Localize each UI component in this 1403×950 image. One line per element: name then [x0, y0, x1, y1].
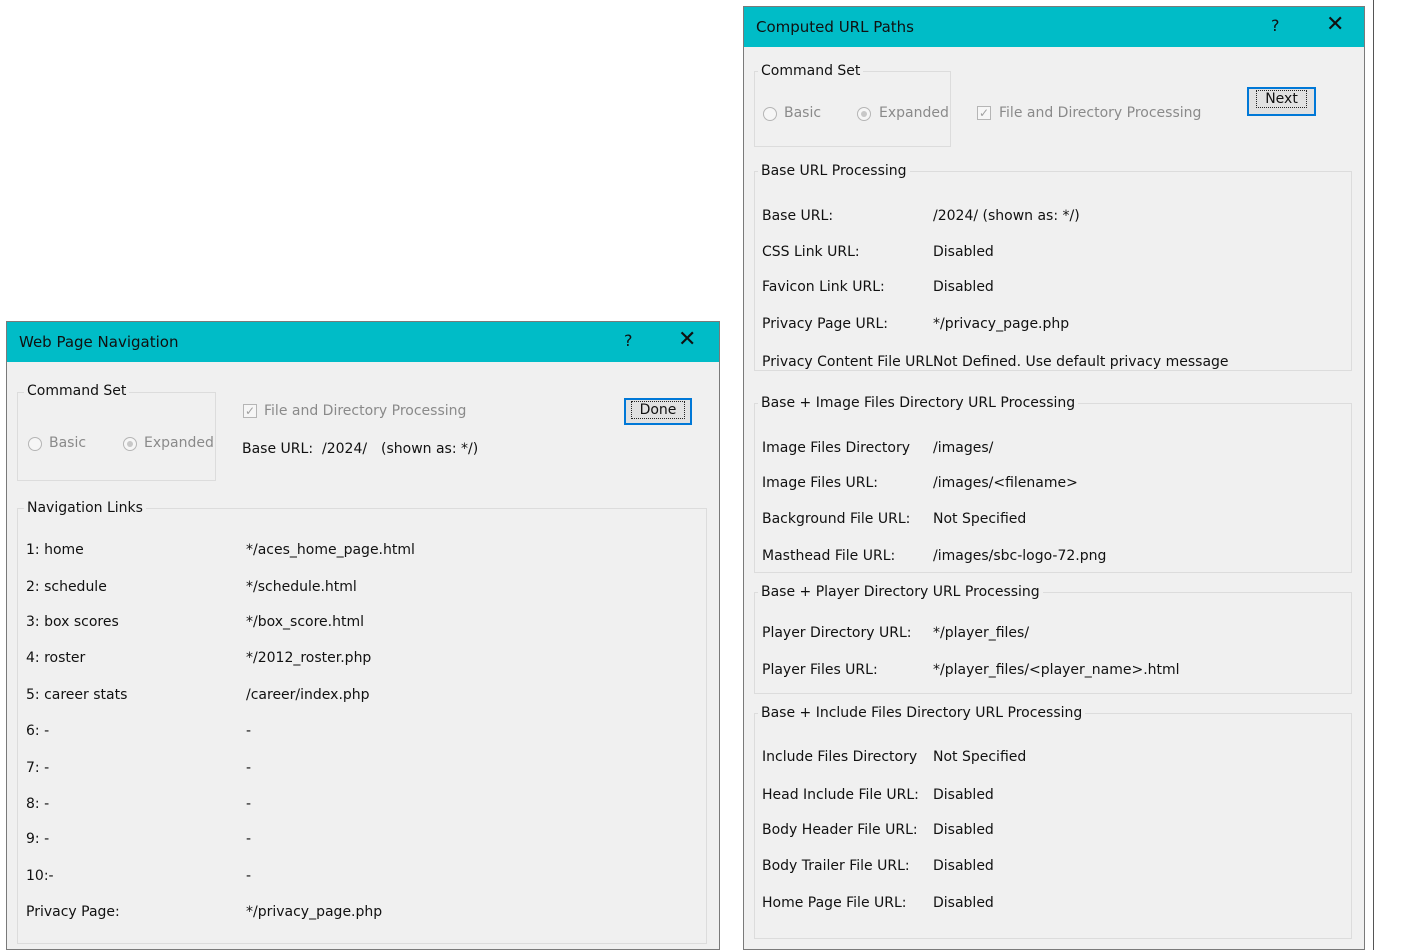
- basic-radio[interactable]: [28, 437, 42, 451]
- dialog-title: Web Page Navigation: [19, 333, 179, 351]
- nav-link-row-value: */box_score.html: [246, 614, 364, 630]
- nav-link-row-key: 4: roster: [26, 650, 86, 666]
- help-button[interactable]: ?: [1271, 16, 1280, 35]
- title-bar[interactable]: Computed URL Paths ? ✕: [744, 7, 1364, 47]
- image-files-row-key: Masthead File URL:: [762, 548, 896, 564]
- include-files-label: Base + Include Files Directory URL Proce…: [758, 705, 1086, 721]
- nav-link-row-value: /career/index.php: [246, 687, 370, 703]
- command-set-group: Command Set Basic Expanded: [17, 383, 216, 481]
- base-url-row-key: Privacy Page URL:: [762, 316, 888, 332]
- window-edge: [1373, 0, 1374, 950]
- navigation-links-label: Navigation Links: [24, 500, 146, 516]
- title-bar[interactable]: Web Page Navigation ? ✕: [7, 322, 719, 362]
- base-url-processing-label: Base URL Processing: [758, 163, 910, 179]
- include-files-group: Base + Include Files Directory URL Proce…: [754, 705, 1352, 939]
- nav-link-row-value: */schedule.html: [246, 579, 357, 595]
- nav-link-row-key: 1: home: [26, 542, 84, 558]
- image-files-row-key: Image Files URL:: [762, 475, 878, 491]
- command-set-label: Command Set: [758, 63, 864, 79]
- base-url-row-value: Not Defined. Use default privacy message: [933, 354, 1229, 370]
- image-files-row-key: Image Files Directory: [762, 440, 910, 456]
- nav-link-row-key: Privacy Page:: [26, 904, 120, 920]
- nav-link-row-value: -: [246, 760, 252, 776]
- close-button[interactable]: ✕: [1326, 12, 1344, 37]
- nav-link-row-value: -: [246, 723, 252, 739]
- base-url-row-key: Favicon Link URL:: [762, 279, 885, 295]
- player-directory-row-key: Player Directory URL:: [762, 625, 912, 641]
- nav-link-row-value: */privacy_page.php: [246, 904, 383, 920]
- file-dir-processing-label[interactable]: File and Directory Processing: [999, 105, 1201, 121]
- image-files-row-key: Background File URL:: [762, 511, 911, 527]
- base-url-value: /2024/: [322, 441, 368, 457]
- basic-radio-label[interactable]: Basic: [784, 105, 821, 121]
- expanded-radio-label[interactable]: Expanded: [879, 105, 949, 121]
- include-files-row-value: Disabled: [933, 787, 994, 803]
- base-url-row-value: */privacy_page.php: [933, 316, 1070, 332]
- image-files-row-value: /images/<filename>: [933, 475, 1078, 491]
- nav-link-row-value: */2012_roster.php: [246, 650, 372, 666]
- player-directory-row-key: Player Files URL:: [762, 662, 878, 678]
- nav-link-row-key: 8: -: [26, 796, 50, 812]
- nav-link-row-key: 6: -: [26, 723, 50, 739]
- done-button-label: Done: [630, 401, 686, 419]
- file-dir-processing-checkbox[interactable]: ✓: [977, 106, 991, 120]
- include-files-row-key: Body Trailer File URL:: [762, 858, 910, 874]
- base-url-row-key: Privacy Content File URL:: [762, 354, 938, 370]
- base-url-row-value: Disabled: [933, 279, 994, 295]
- basic-radio-label[interactable]: Basic: [49, 435, 86, 451]
- command-set-group: Command Set Basic Expanded: [754, 63, 951, 147]
- close-button[interactable]: ✕: [678, 327, 696, 352]
- nav-link-row-value: */aces_home_page.html: [246, 542, 415, 558]
- include-files-row-key: Home Page File URL:: [762, 895, 907, 911]
- player-directory-row-value: */player_files/<player_name>.html: [933, 662, 1180, 678]
- base-url-row-key: CSS Link URL:: [762, 244, 860, 260]
- player-directory-row-value: */player_files/: [933, 625, 1030, 641]
- image-files-label: Base + Image Files Directory URL Process…: [758, 395, 1079, 411]
- nav-link-row-key: 2: schedule: [26, 579, 107, 595]
- expanded-radio[interactable]: [857, 107, 871, 121]
- done-button[interactable]: Done: [624, 398, 692, 425]
- player-directory-label: Base + Player Directory URL Processing: [758, 584, 1043, 600]
- nav-link-row-value: -: [246, 868, 252, 884]
- nav-link-row-key: 7: -: [26, 760, 50, 776]
- file-dir-processing-checkbox[interactable]: ✓: [243, 404, 257, 418]
- file-dir-processing-label[interactable]: File and Directory Processing: [264, 403, 466, 419]
- include-files-row-key: Include Files Directory: [762, 749, 918, 765]
- base-url-processing-group: Base URL Processing Base URL: /2024/ (sho…: [754, 163, 1352, 371]
- computed-url-paths-dialog: Computed URL Paths ? ✕ Command Set Basic…: [743, 6, 1365, 950]
- include-files-row-value: Disabled: [933, 858, 994, 874]
- nav-link-row-value: -: [246, 796, 252, 812]
- dialog-title: Computed URL Paths: [756, 18, 914, 36]
- image-files-group: Base + Image Files Directory URL Process…: [754, 395, 1352, 573]
- expanded-radio[interactable]: [123, 437, 137, 451]
- nav-link-row-value: -: [246, 831, 252, 847]
- image-files-row-value: Not Specified: [933, 511, 1027, 527]
- nav-link-row-key: 3: box scores: [26, 614, 119, 630]
- next-button-label: Next: [1256, 90, 1307, 108]
- base-url-label: Base URL:: [242, 441, 314, 457]
- command-set-label: Command Set: [24, 383, 130, 399]
- base-url-shown: (shown as: */): [381, 441, 479, 457]
- expanded-radio-label[interactable]: Expanded: [144, 435, 214, 451]
- base-url-row-key: Base URL:: [762, 208, 834, 224]
- include-files-row-value: Not Specified: [933, 749, 1027, 765]
- web-page-navigation-dialog: Web Page Navigation ? ✕ Command Set Basi…: [6, 321, 720, 950]
- base-url-row-value: /2024/ (shown as: */): [933, 208, 1080, 224]
- include-files-row-value: Disabled: [933, 895, 994, 911]
- navigation-links-group: Navigation Links 1: home */aces_home_page…: [17, 500, 707, 944]
- player-directory-group: Base + Player Directory URL Processing P…: [754, 584, 1352, 694]
- help-button[interactable]: ?: [624, 331, 633, 350]
- include-files-row-key: Body Header File URL:: [762, 822, 918, 838]
- image-files-row-value: /images/: [933, 440, 994, 456]
- next-button[interactable]: Next: [1247, 87, 1316, 116]
- nav-link-row-key: 10:-: [26, 868, 54, 884]
- nav-link-row-key: 9: -: [26, 831, 50, 847]
- base-url-row-value: Disabled: [933, 244, 994, 260]
- image-files-row-value: /images/sbc-logo-72.png: [933, 548, 1107, 564]
- basic-radio[interactable]: [763, 107, 777, 121]
- include-files-row-value: Disabled: [933, 822, 994, 838]
- nav-link-row-key: 5: career stats: [26, 687, 128, 703]
- include-files-row-key: Head Include File URL:: [762, 787, 919, 803]
